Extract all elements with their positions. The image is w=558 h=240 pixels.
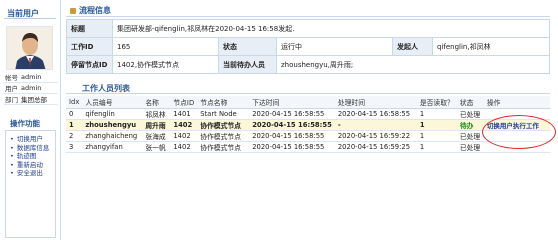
row-user-name: 祁凤林 bbox=[142, 108, 171, 120]
user-info-grid: 帐号 admin 用户 admin 部门 集团总部 bbox=[4, 72, 58, 105]
row-node-name: 协作模式节点 bbox=[197, 130, 250, 142]
workid-value: 165 bbox=[112, 37, 219, 56]
user-label: 用户 bbox=[4, 82, 20, 94]
table-row: 0 qifenglin 祁凤林 1401 Start Node 2020-04-… bbox=[66, 108, 550, 120]
row-user-name: 张一帆 bbox=[142, 141, 171, 153]
state-value: 运行中 bbox=[276, 37, 393, 56]
sidebar-title: 当前用户 bbox=[7, 9, 39, 18]
col-node-name: 节点名称 bbox=[197, 96, 250, 109]
staff-table: Idx 人员编号 名称 节点ID 节点名称 下达时间 处理时间 是否读取？ 状态… bbox=[66, 96, 550, 153]
pending-value: zhoushengyu,周升雨; bbox=[276, 55, 550, 74]
row-node-id: 1401 bbox=[170, 108, 198, 120]
title-value: 集团研发部-qifenglin,祁凤林在2020-04-15 16:58发起. bbox=[112, 19, 550, 38]
row-user-id: zhangyifan bbox=[82, 141, 143, 153]
flow-info-table: 标题 集团研发部-qifenglin,祁凤林在2020-04-15 16:58发… bbox=[66, 19, 550, 74]
row-user-name: 周升雨 bbox=[142, 119, 171, 131]
current-user-sidebar: 当前用户 帐号 admin 用户 admin 部门 集团总部 操作功能 切换用户… bbox=[0, 0, 61, 240]
switch-user-link[interactable]: 切换用户 bbox=[10, 135, 49, 144]
row-status: 已处理 bbox=[456, 141, 484, 153]
department-label: 部门 bbox=[4, 93, 20, 105]
row-idx: 2 bbox=[66, 130, 83, 142]
row-read: 1 bbox=[416, 130, 457, 142]
row-issued: 2020-04-15 16:58:55 bbox=[249, 108, 335, 120]
switch-user-execute-link[interactable]: 切换用户执行工作 bbox=[487, 122, 539, 130]
account-value: admin bbox=[20, 72, 58, 83]
row-action bbox=[483, 141, 550, 153]
starter-value: qifenglin,祁凤林 bbox=[432, 37, 550, 56]
row-node-id: 1402 bbox=[170, 130, 198, 142]
table-row: 3 zhangyifan 张一帆 1402 协作模式节点 2020-04-15 … bbox=[66, 141, 550, 153]
row-issued: 2020-04-15 16:58:55 bbox=[249, 130, 335, 142]
workid-label: 工作ID bbox=[66, 37, 113, 56]
col-action: 操作 bbox=[483, 96, 550, 109]
pending-label: 当前待办人员 bbox=[218, 55, 277, 74]
row-handled: 2020-04-15 16:59:22 bbox=[334, 130, 417, 142]
row-idx: 0 bbox=[66, 108, 83, 120]
col-issued: 下达时间 bbox=[249, 96, 335, 109]
row-user-id: zhoushengyu bbox=[82, 119, 143, 131]
row-user-id: zhanghaicheng bbox=[82, 130, 143, 142]
flow-info-header: 流程信息 bbox=[70, 5, 111, 16]
col-name: 名称 bbox=[142, 96, 171, 109]
logout-link[interactable]: 安全退出 bbox=[10, 169, 49, 178]
row-status: 已处理 bbox=[456, 108, 484, 120]
restart-link[interactable]: 重新启动 bbox=[10, 161, 49, 170]
row-idx: 3 bbox=[66, 141, 83, 153]
row-issued: 2020-04-15 16:58:55 bbox=[249, 119, 335, 131]
staff-header-row: Idx 人员编号 名称 节点ID 节点名称 下达时间 处理时间 是否读取？ 状态… bbox=[66, 96, 550, 109]
sidebar-divider bbox=[4, 18, 56, 19]
account-label: 帐号 bbox=[4, 72, 20, 83]
section-bullet-icon bbox=[70, 7, 76, 14]
row-handled: - bbox=[334, 119, 417, 131]
starter-label: 发起人 bbox=[392, 37, 433, 56]
col-status: 状态 bbox=[456, 96, 484, 109]
row-node-name: Start Node bbox=[197, 108, 250, 120]
col-id: 人员编号 bbox=[82, 96, 143, 109]
row-node-id: 1402 bbox=[170, 119, 198, 131]
state-label: 状态 bbox=[218, 37, 277, 56]
row-read: 1 bbox=[416, 108, 457, 120]
row-handled: 2020-04-15 16:59:25 bbox=[334, 141, 417, 153]
ops-title: 操作功能 bbox=[10, 119, 40, 128]
node-value: 1402,协作模式节点 bbox=[112, 55, 219, 74]
col-handled: 处理时间 bbox=[334, 96, 417, 109]
department-value: 集团总部 bbox=[20, 93, 58, 105]
flow-divider bbox=[66, 16, 550, 17]
row-node-name: 协作模式节点 bbox=[197, 119, 250, 131]
row-idx: 1 bbox=[66, 119, 83, 131]
database-info-link[interactable]: 数据库信息 bbox=[10, 144, 50, 153]
row-action bbox=[483, 130, 550, 142]
row-status-pending: 待办 bbox=[456, 119, 484, 131]
table-row-current: 1 zhoushengyu 周升雨 1402 协作模式节点 2020-04-15… bbox=[66, 119, 550, 131]
row-user-id: qifenglin bbox=[82, 108, 143, 120]
user-value: admin bbox=[20, 82, 58, 94]
col-idx: Idx bbox=[66, 96, 83, 109]
user-avatar bbox=[6, 26, 53, 70]
row-issued: 2020-04-15 16:58:55 bbox=[249, 141, 335, 153]
col-node: 节点ID bbox=[170, 96, 198, 109]
user-row: 用户 admin bbox=[4, 82, 58, 94]
ops-list: 切换用户 数据库信息 轨迹图 重新启动 安全退出 bbox=[10, 135, 50, 178]
flow-info-title: 流程信息 bbox=[79, 6, 111, 15]
row-read: 1 bbox=[416, 141, 457, 153]
row-handled: 2020-04-15 16:58:55 bbox=[334, 108, 417, 120]
row-node-name: 协作模式节点 bbox=[197, 141, 250, 153]
col-read: 是否读取？ bbox=[416, 96, 457, 109]
row-read: 1 bbox=[416, 119, 457, 131]
account-row: 帐号 admin bbox=[4, 72, 58, 83]
title-label: 标题 bbox=[66, 19, 113, 38]
main-panel: 流程信息 标题 集团研发部-qifenglin,祁凤林在2020-04-15 1… bbox=[66, 0, 556, 240]
staff-divider bbox=[66, 93, 550, 94]
table-row: 2 zhanghaicheng 张海成 1402 协作模式节点 2020-04-… bbox=[66, 130, 550, 142]
node-label: 停留节点ID bbox=[66, 55, 113, 74]
department-row: 部门 集团总部 bbox=[4, 93, 58, 105]
trace-map-link[interactable]: 轨迹图 bbox=[10, 152, 49, 161]
row-user-name: 张海成 bbox=[142, 130, 171, 142]
row-action: 切换用户执行工作 bbox=[483, 119, 550, 131]
row-action bbox=[483, 108, 550, 120]
row-status: 已处理 bbox=[456, 130, 484, 142]
row-node-id: 1402 bbox=[170, 141, 198, 153]
